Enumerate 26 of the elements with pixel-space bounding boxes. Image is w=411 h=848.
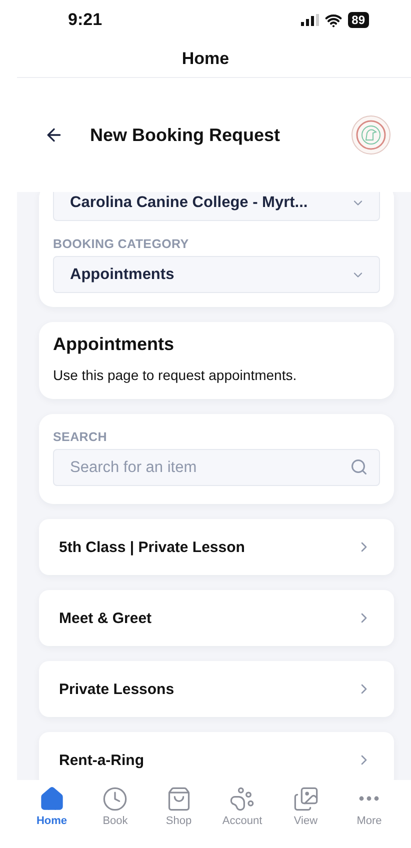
tab-item[interactable]: Home xyxy=(20,786,84,836)
booking-item[interactable]: Rent-a-Ring xyxy=(39,732,394,780)
battery-level: 89 xyxy=(348,12,369,28)
field-label: BOOKING CATEGORY xyxy=(53,237,190,251)
wifi-icon xyxy=(324,12,342,28)
more-icon xyxy=(359,796,380,801)
clock-icon xyxy=(102,786,128,812)
search-icon xyxy=(350,458,368,476)
home-icon xyxy=(38,786,65,812)
paw-icon xyxy=(229,786,256,812)
nav-title: Home xyxy=(182,48,230,68)
booking-item[interactable]: 5th Class | Private Lesson xyxy=(39,519,394,575)
booking-item[interactable]: Private Lessons xyxy=(39,661,394,717)
status-time: 9:21 xyxy=(68,10,102,30)
logo-icon xyxy=(351,115,391,155)
category-select[interactable]: Appointments xyxy=(53,256,380,293)
images-icon xyxy=(292,786,319,812)
search-field[interactable]: Search for an item xyxy=(53,449,380,486)
location-select[interactable]: Carolina Canine College - Myrt... xyxy=(53,192,380,221)
booking-item[interactable]: Meet & Greet xyxy=(39,590,394,646)
section-title: Appointments xyxy=(53,334,175,355)
bag-icon xyxy=(166,786,192,812)
page-title: New Booking Request xyxy=(90,124,282,147)
signal-icon xyxy=(300,14,319,26)
field-label: SEARCH xyxy=(53,430,108,444)
section-description: Use this page to request appointments. xyxy=(53,367,298,383)
